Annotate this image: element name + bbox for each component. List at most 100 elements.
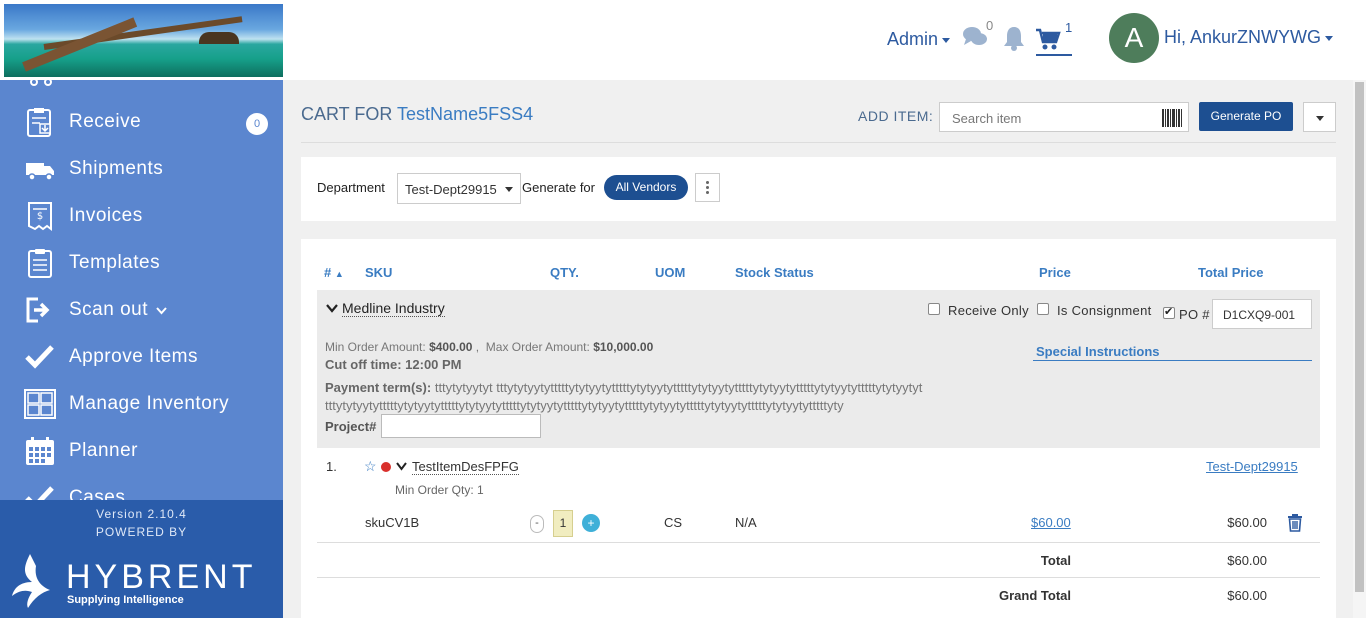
special-instructions-underline [1033, 360, 1312, 361]
sidebar-item-invoices[interactable]: $ Invoices [0, 192, 283, 239]
payment-terms: Payment term(s): tttytytyytyt tttytytyyt… [325, 379, 985, 415]
column-header-stock-status[interactable]: Stock Status [735, 265, 814, 280]
row-total-price: $60.00 [1227, 515, 1267, 530]
sidebar-item-label: Planner [69, 440, 138, 461]
generate-po-dropdown-button[interactable] [1303, 102, 1336, 132]
item-name[interactable]: TestItemDesFPFG [412, 459, 519, 475]
chat-icon[interactable] [962, 26, 988, 48]
sidebar-item-planner[interactable]: Planner [0, 427, 283, 474]
vendor-name[interactable]: Medline Industry [342, 300, 445, 317]
trash-icon[interactable] [1287, 514, 1303, 532]
item-department-link[interactable]: Test-Dept29915 [1206, 459, 1298, 474]
column-header-uom[interactable]: UOM [655, 265, 685, 280]
top-header: Admin 0 1 A Hi, AnkurZNWYWG [0, 0, 1366, 80]
min-order-amount: Min Order Amount: $400.00 , Max Order Am… [325, 340, 654, 354]
po-checkbox[interactable] [1163, 305, 1175, 319]
sidebar-item-templates[interactable]: Templates [0, 239, 283, 286]
special-instructions-link[interactable]: Special Instructions [1036, 344, 1160, 359]
sidebar-item-scan-out[interactable]: Scan out [0, 286, 283, 333]
sidebar-item-label: Receive [69, 111, 142, 132]
sku-value: skuCV1B [365, 515, 420, 530]
sidebar-item-label: Cases [69, 487, 126, 500]
divider [301, 142, 1336, 143]
min-order-qty: Min Order Qty: 1 [395, 483, 484, 497]
sort-asc-icon: ▲ [334, 269, 344, 279]
powered-by-text: POWERED BY [95, 525, 188, 539]
chevron-down-icon[interactable] [396, 462, 407, 471]
receive-only-label: Receive Only [948, 303, 1029, 318]
version-text: Version 2.10.4 [96, 507, 187, 521]
department-select[interactable]: Test-Dept29915 [397, 173, 521, 204]
sidebar-item-manage-inventory[interactable]: Manage Inventory [0, 380, 283, 427]
search-placeholder: Search item [952, 111, 1022, 126]
receive-icon [27, 108, 51, 137]
is-consignment-checkbox[interactable] [1037, 303, 1049, 315]
sidebar-item-label: Manage Inventory [69, 393, 230, 414]
grand-total-label: Grand Total [999, 588, 1071, 603]
inventory-icon [24, 389, 56, 419]
price-link[interactable]: $60.00 [1031, 515, 1071, 530]
more-options-button[interactable] [695, 173, 720, 202]
hybrent-logo-icon [12, 554, 50, 608]
all-vendors-button[interactable]: All Vendors [604, 175, 688, 200]
sidebar-item-approve-items[interactable]: Approve Items [0, 333, 283, 380]
caret-down-icon [1325, 35, 1334, 41]
cart-owner-name: TestName5FSS4 [397, 104, 534, 124]
department-panel: Department Test-Dept29915 Generate for A… [301, 157, 1336, 221]
bell-icon[interactable] [1003, 25, 1025, 51]
admin-menu[interactable]: Admin [887, 29, 951, 50]
cart-active-indicator [1036, 54, 1072, 56]
stock-status-value: N/A [735, 515, 757, 530]
total-value: $60.00 [1227, 553, 1267, 568]
qty-increment-button[interactable]: + [582, 514, 600, 532]
min-order-label: Min Order Amount: [325, 340, 426, 354]
cart-icon[interactable] [1035, 27, 1061, 51]
divider [317, 542, 1320, 543]
grand-total-value: $60.00 [1227, 588, 1267, 603]
sidebar-item-label: Scan out [69, 299, 148, 320]
cart-title-prefix: CART FOR [301, 104, 393, 124]
po-number-value: D1CXQ9-001 [1223, 308, 1296, 322]
caret-down-icon [1316, 116, 1324, 121]
cart-partial-icon [30, 80, 52, 86]
project-input[interactable] [381, 414, 541, 438]
vertical-scrollbar[interactable] [1353, 80, 1366, 618]
column-header-num[interactable]: # ▲ [324, 265, 344, 280]
min-order-value: $400.00 [429, 340, 473, 354]
sidebar-item-receive[interactable]: Receive [0, 98, 283, 145]
chat-count-badge: 0 [986, 18, 994, 33]
add-item-label: ADD ITEM: [858, 108, 934, 124]
sidebar-item-label: Shipments [69, 158, 164, 179]
caret-down-icon [942, 37, 951, 43]
sign-out-icon [26, 297, 50, 323]
scrollbar-thumb[interactable] [1355, 82, 1364, 592]
header-num-label: # [324, 265, 332, 280]
generate-po-button[interactable]: Generate PO [1199, 102, 1293, 131]
max-order-value: $10,000.00 [593, 340, 654, 354]
star-icon[interactable]: ☆ [364, 458, 377, 475]
department-label: Department [317, 180, 385, 195]
brand-name: HYBRENT [66, 558, 257, 596]
clipboard-icon [28, 249, 52, 278]
admin-label: Admin [887, 29, 939, 49]
user-menu[interactable]: Hi, AnkurZNWYWG [1164, 27, 1334, 48]
search-item-input[interactable]: Search item [939, 102, 1189, 132]
avatar[interactable]: A [1109, 13, 1159, 63]
sidebar-footer: Version 2.10.4 POWERED BY HYBRENT Supply… [0, 500, 283, 618]
column-header-sku[interactable]: SKU [365, 265, 392, 280]
qty-decrement-button[interactable]: - [530, 515, 544, 533]
chevron-down-icon[interactable] [326, 303, 338, 313]
header-banner-image [4, 4, 283, 77]
column-header-total-price[interactable]: Total Price [1198, 265, 1264, 280]
barcode-icon[interactable] [1162, 109, 1182, 127]
project-label: Project# [325, 419, 377, 434]
po-number-input[interactable]: D1CXQ9-001 [1212, 299, 1312, 329]
qty-input[interactable]: 1 [553, 510, 573, 537]
sidebar-item-shipments[interactable]: Shipments [0, 145, 283, 192]
receive-only-checkbox[interactable] [928, 303, 940, 315]
svg-text:$: $ [37, 211, 43, 222]
column-header-qty[interactable]: QTY. [550, 265, 579, 280]
cutoff-time: Cut off time: 12:00 PM [325, 357, 462, 372]
column-header-price[interactable]: Price [1039, 265, 1071, 280]
sidebar-item-cases[interactable]: Cases [0, 474, 283, 500]
